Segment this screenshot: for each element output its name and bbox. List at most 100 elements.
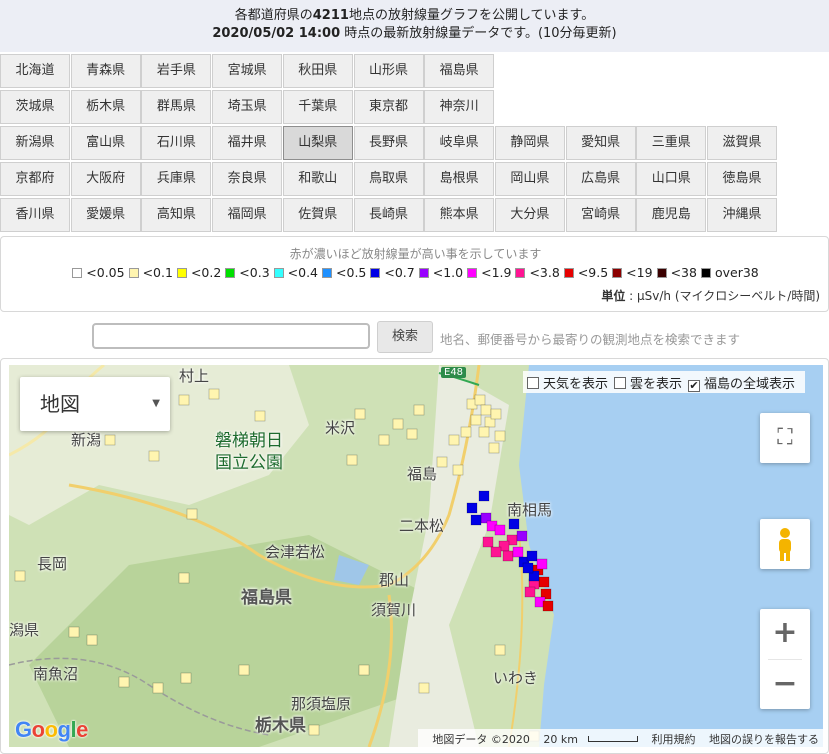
dose-marker[interactable]	[460, 426, 472, 438]
dose-marker[interactable]	[346, 454, 358, 466]
prefecture-button[interactable]: 石川県	[141, 126, 212, 160]
dose-marker[interactable]	[118, 676, 130, 688]
prefecture-button[interactable]: 大阪府	[70, 162, 141, 196]
prefecture-button[interactable]: 鳥取県	[353, 162, 424, 196]
prefecture-button[interactable]: 富山県	[70, 126, 141, 160]
dose-marker[interactable]	[474, 394, 486, 406]
prefecture-button[interactable]: 宮城県	[212, 54, 283, 88]
dose-marker[interactable]	[508, 518, 520, 530]
dose-marker[interactable]	[466, 502, 478, 514]
dose-marker[interactable]	[68, 626, 80, 638]
dose-marker[interactable]	[490, 546, 502, 558]
prefecture-button[interactable]: 山梨県	[282, 126, 353, 160]
dose-marker[interactable]	[152, 682, 164, 694]
prefecture-button[interactable]: 北海道	[0, 54, 70, 88]
prefecture-button[interactable]: 群馬県	[141, 90, 212, 124]
prefecture-button[interactable]: 鹿児島	[636, 198, 707, 232]
checkbox-icon[interactable]	[527, 377, 539, 389]
dose-marker[interactable]	[502, 550, 514, 562]
dose-marker[interactable]	[494, 430, 506, 442]
prefecture-button[interactable]: 佐賀県	[282, 198, 353, 232]
prefecture-button[interactable]: 香川県	[0, 198, 70, 232]
prefecture-button[interactable]: 山口県	[636, 162, 707, 196]
dose-marker[interactable]	[448, 434, 460, 446]
prefecture-button[interactable]: 熊本県	[424, 198, 495, 232]
prefecture-button[interactable]: 新潟県	[0, 126, 70, 160]
dose-marker[interactable]	[526, 550, 538, 562]
dose-marker[interactable]	[490, 408, 502, 420]
dose-marker[interactable]	[480, 404, 492, 416]
search-button[interactable]: 検索	[377, 321, 433, 353]
prefecture-button[interactable]: 愛知県	[565, 126, 636, 160]
prefecture-button[interactable]: 秋田県	[282, 54, 353, 88]
prefecture-button[interactable]: 福島県	[424, 54, 495, 88]
dose-marker[interactable]	[413, 404, 425, 416]
dose-marker[interactable]	[406, 428, 418, 440]
prefecture-button[interactable]: 長野県	[353, 126, 424, 160]
dose-marker[interactable]	[512, 546, 524, 558]
dose-marker[interactable]	[178, 394, 190, 406]
dose-marker[interactable]	[14, 570, 26, 582]
dose-marker[interactable]	[542, 600, 554, 612]
report-error-link[interactable]: 地図の誤りを報告する	[709, 733, 819, 746]
prefecture-button[interactable]: 奈良県	[212, 162, 283, 196]
checkbox-icon[interactable]	[614, 377, 627, 389]
prefecture-button[interactable]: 福井県	[212, 126, 283, 160]
fullscreen-button[interactable]: ⛶	[760, 413, 810, 463]
prefecture-button[interactable]: 東京都	[353, 90, 424, 124]
prefecture-button[interactable]: 長崎県	[353, 198, 424, 232]
terms-link[interactable]: 利用規約	[652, 733, 696, 746]
map-canvas[interactable]: 磐梯朝日 国立公園 米沢 福島 南相馬 二本松 会津若松 長岡 郡山 福島県 須賀川 南魚沼 いわき 那須…	[9, 365, 823, 747]
map-type-selector[interactable]: 地図 ▼	[20, 377, 170, 431]
dose-marker[interactable]	[494, 524, 506, 536]
dose-marker[interactable]	[180, 672, 192, 684]
dose-marker[interactable]	[436, 456, 448, 468]
dose-marker[interactable]	[536, 558, 548, 570]
street-view-button[interactable]	[760, 519, 810, 569]
prefecture-button[interactable]: 京都府	[0, 162, 70, 196]
prefecture-button[interactable]: 岐阜県	[424, 126, 495, 160]
prefecture-button[interactable]: 徳島県	[707, 162, 777, 196]
dose-marker[interactable]	[524, 586, 536, 598]
dose-marker[interactable]	[148, 450, 160, 462]
dose-marker[interactable]	[470, 514, 482, 526]
prefecture-button[interactable]: 神奈川	[424, 90, 495, 124]
prefecture-button[interactable]: 宮崎県	[565, 198, 636, 232]
dose-marker[interactable]	[392, 418, 404, 430]
dose-marker[interactable]	[354, 408, 366, 420]
scale-indicator[interactable]: 20 km	[543, 733, 638, 746]
prefecture-button[interactable]: 埼玉県	[212, 90, 283, 124]
dose-marker[interactable]	[482, 536, 494, 548]
prefecture-button[interactable]: 千葉県	[282, 90, 353, 124]
map-option-toggle[interactable]: 雲を表示	[614, 373, 682, 392]
dose-marker[interactable]	[538, 576, 550, 588]
prefecture-button[interactable]: 山形県	[353, 54, 424, 88]
prefecture-button[interactable]: 茨城県	[0, 90, 70, 124]
dose-marker[interactable]	[418, 682, 430, 694]
dose-marker[interactable]	[178, 572, 190, 584]
dose-marker[interactable]	[358, 664, 370, 676]
dose-marker[interactable]	[308, 724, 320, 736]
checkbox-icon[interactable]: ✔	[688, 380, 701, 392]
dose-marker[interactable]	[516, 530, 528, 542]
dose-marker[interactable]	[470, 414, 482, 426]
prefecture-button[interactable]: 沖縄県	[707, 198, 777, 232]
prefecture-button[interactable]: 岩手県	[141, 54, 212, 88]
prefecture-button[interactable]: 兵庫県	[141, 162, 212, 196]
prefecture-button[interactable]: 福岡県	[212, 198, 283, 232]
dose-marker[interactable]	[86, 634, 98, 646]
dose-marker[interactable]	[208, 388, 220, 400]
dose-marker[interactable]	[478, 426, 490, 438]
map-option-toggle[interactable]: ✔ 福島の全域表示	[688, 373, 795, 392]
prefecture-button[interactable]: 和歌山	[282, 162, 353, 196]
dose-marker[interactable]	[378, 434, 390, 446]
dose-marker[interactable]	[488, 442, 500, 454]
dose-marker[interactable]	[254, 410, 266, 422]
dose-marker[interactable]	[522, 562, 534, 574]
prefecture-button[interactable]: 静岡県	[494, 126, 565, 160]
map-option-toggle[interactable]: 天気を表示	[527, 373, 608, 392]
prefecture-button[interactable]: 栃木県	[70, 90, 141, 124]
prefecture-button[interactable]: 滋賀県	[707, 126, 777, 160]
search-input[interactable]	[92, 323, 370, 349]
prefecture-button[interactable]: 愛媛県	[70, 198, 141, 232]
